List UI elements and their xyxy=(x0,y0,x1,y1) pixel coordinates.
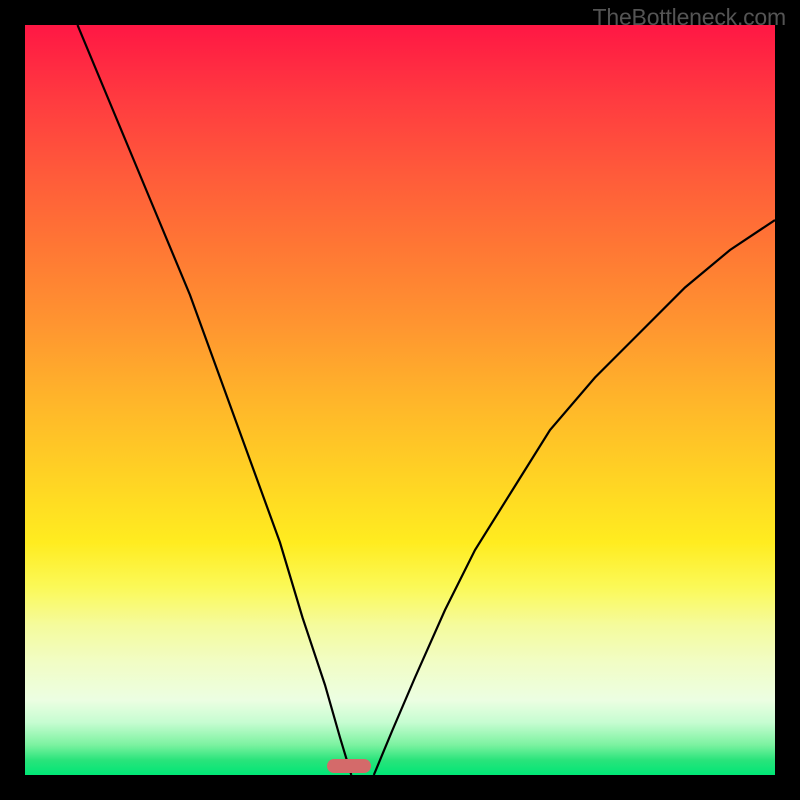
bottleneck-curve-right xyxy=(374,220,775,775)
chart-frame: TheBottleneck.com xyxy=(0,0,800,800)
notch-marker xyxy=(327,759,371,773)
bottleneck-curve-left xyxy=(78,25,352,775)
curve-overlay xyxy=(25,25,775,775)
watermark-text: TheBottleneck.com xyxy=(593,4,786,31)
